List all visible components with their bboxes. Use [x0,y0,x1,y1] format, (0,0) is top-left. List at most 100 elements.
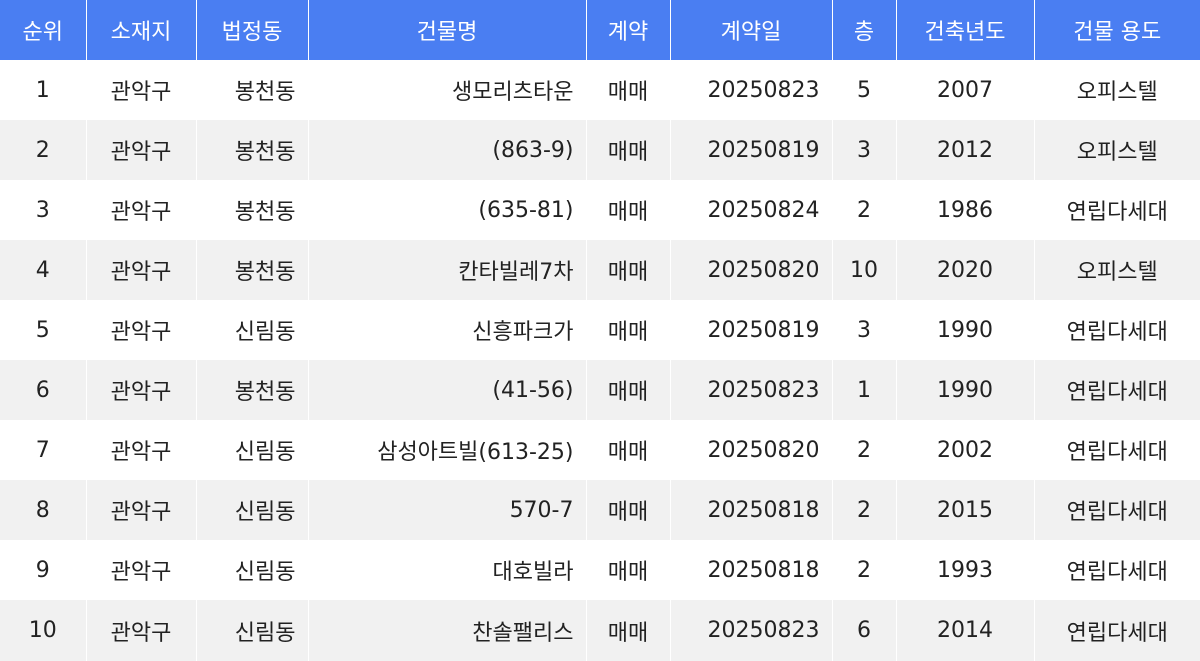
cell-rank: 4 [0,240,87,300]
cell-building: 대호빌라 [308,540,587,600]
header-rank: 순위 [0,0,87,60]
cell-floor: 2 [832,180,897,240]
cell-contract: 매매 [586,600,671,661]
cell-district: 관악구 [86,180,197,240]
header-contract: 계약 [586,0,671,60]
cell-building: 생모리츠타운 [308,60,587,120]
table-row: 6 관악구 봉천동 (41-56) 매매 20250823 1 1990 연립다… [0,360,1200,420]
cell-building: 칸타빌레7차 [308,240,587,300]
cell-floor: 6 [832,600,897,661]
header-date: 계약일 [670,0,833,60]
header-floor: 층 [832,0,897,60]
cell-date: 20250819 [670,300,833,360]
cell-district: 관악구 [86,240,197,300]
cell-year: 1986 [896,180,1035,240]
cell-contract: 매매 [586,300,671,360]
cell-district: 관악구 [86,600,197,661]
header-building: 건물명 [308,0,587,60]
cell-date: 20250820 [670,420,833,480]
cell-use: 연립다세대 [1034,360,1200,420]
cell-building: 신흥파크가 [308,300,587,360]
cell-use: 오피스텔 [1034,120,1200,180]
cell-rank: 7 [0,420,87,480]
cell-district: 관악구 [86,120,197,180]
cell-date: 20250823 [670,600,833,661]
cell-date: 20250820 [670,240,833,300]
cell-district: 관악구 [86,420,197,480]
transactions-table: 순위 소재지 법정동 건물명 계약 계약일 층 건축년도 건물 용도 1 관악구… [0,0,1200,661]
cell-contract: 매매 [586,360,671,420]
cell-district: 관악구 [86,60,197,120]
header-district: 소재지 [86,0,197,60]
cell-use: 연립다세대 [1034,180,1200,240]
cell-dong: 신림동 [196,540,309,600]
cell-building: 570-7 [308,480,587,540]
cell-date: 20250818 [670,480,833,540]
cell-floor: 3 [832,120,897,180]
table-row: 3 관악구 봉천동 (635-81) 매매 20250824 2 1986 연립… [0,180,1200,240]
cell-district: 관악구 [86,480,197,540]
cell-floor: 2 [832,480,897,540]
cell-rank: 10 [0,600,87,661]
table-row: 5 관악구 신림동 신흥파크가 매매 20250819 3 1990 연립다세대 [0,300,1200,360]
cell-rank: 2 [0,120,87,180]
cell-building: (635-81) [308,180,587,240]
table-row: 10 관악구 신림동 찬솔팰리스 매매 20250823 6 2014 연립다세… [0,600,1200,661]
cell-year: 2002 [896,420,1035,480]
cell-date: 20250824 [670,180,833,240]
table-row: 4 관악구 봉천동 칸타빌레7차 매매 20250820 10 2020 오피스… [0,240,1200,300]
cell-date: 20250823 [670,60,833,120]
cell-dong: 신림동 [196,420,309,480]
cell-building: (863-9) [308,120,587,180]
table-row: 9 관악구 신림동 대호빌라 매매 20250818 2 1993 연립다세대 [0,540,1200,600]
cell-floor: 1 [832,360,897,420]
table-header: 순위 소재지 법정동 건물명 계약 계약일 층 건축년도 건물 용도 [0,0,1200,60]
cell-year: 2020 [896,240,1035,300]
cell-dong: 신림동 [196,300,309,360]
table-row: 8 관악구 신림동 570-7 매매 20250818 2 2015 연립다세대 [0,480,1200,540]
cell-dong: 봉천동 [196,360,309,420]
cell-contract: 매매 [586,180,671,240]
table-row: 1 관악구 봉천동 생모리츠타운 매매 20250823 5 2007 오피스텔 [0,60,1200,120]
cell-building: 찬솔팰리스 [308,600,587,661]
cell-date: 20250818 [670,540,833,600]
cell-floor: 5 [832,60,897,120]
cell-contract: 매매 [586,120,671,180]
header-year: 건축년도 [896,0,1035,60]
cell-contract: 매매 [586,240,671,300]
cell-contract: 매매 [586,540,671,600]
table-body: 1 관악구 봉천동 생모리츠타운 매매 20250823 5 2007 오피스텔… [0,60,1200,661]
cell-year: 2007 [896,60,1035,120]
cell-year: 2015 [896,480,1035,540]
cell-use: 연립다세대 [1034,540,1200,600]
cell-use: 오피스텔 [1034,60,1200,120]
cell-floor: 3 [832,300,897,360]
cell-use: 연립다세대 [1034,420,1200,480]
header-dong: 법정동 [196,0,309,60]
cell-dong: 봉천동 [196,240,309,300]
cell-district: 관악구 [86,360,197,420]
cell-dong: 봉천동 [196,60,309,120]
cell-building: (41-56) [308,360,587,420]
cell-year: 2012 [896,120,1035,180]
cell-dong: 신림동 [196,600,309,661]
cell-building: 삼성아트빌(613-25) [308,420,587,480]
cell-date: 20250823 [670,360,833,420]
cell-contract: 매매 [586,60,671,120]
header-use: 건물 용도 [1034,0,1200,60]
cell-rank: 6 [0,360,87,420]
table-row: 2 관악구 봉천동 (863-9) 매매 20250819 3 2012 오피스… [0,120,1200,180]
cell-use: 연립다세대 [1034,300,1200,360]
cell-year: 1990 [896,360,1035,420]
cell-dong: 봉천동 [196,180,309,240]
header-row: 순위 소재지 법정동 건물명 계약 계약일 층 건축년도 건물 용도 [0,0,1200,60]
cell-dong: 신림동 [196,480,309,540]
cell-year: 1993 [896,540,1035,600]
cell-rank: 3 [0,180,87,240]
cell-rank: 1 [0,60,87,120]
cell-floor: 2 [832,540,897,600]
cell-use: 연립다세대 [1034,480,1200,540]
cell-contract: 매매 [586,420,671,480]
cell-contract: 매매 [586,480,671,540]
cell-dong: 봉천동 [196,120,309,180]
